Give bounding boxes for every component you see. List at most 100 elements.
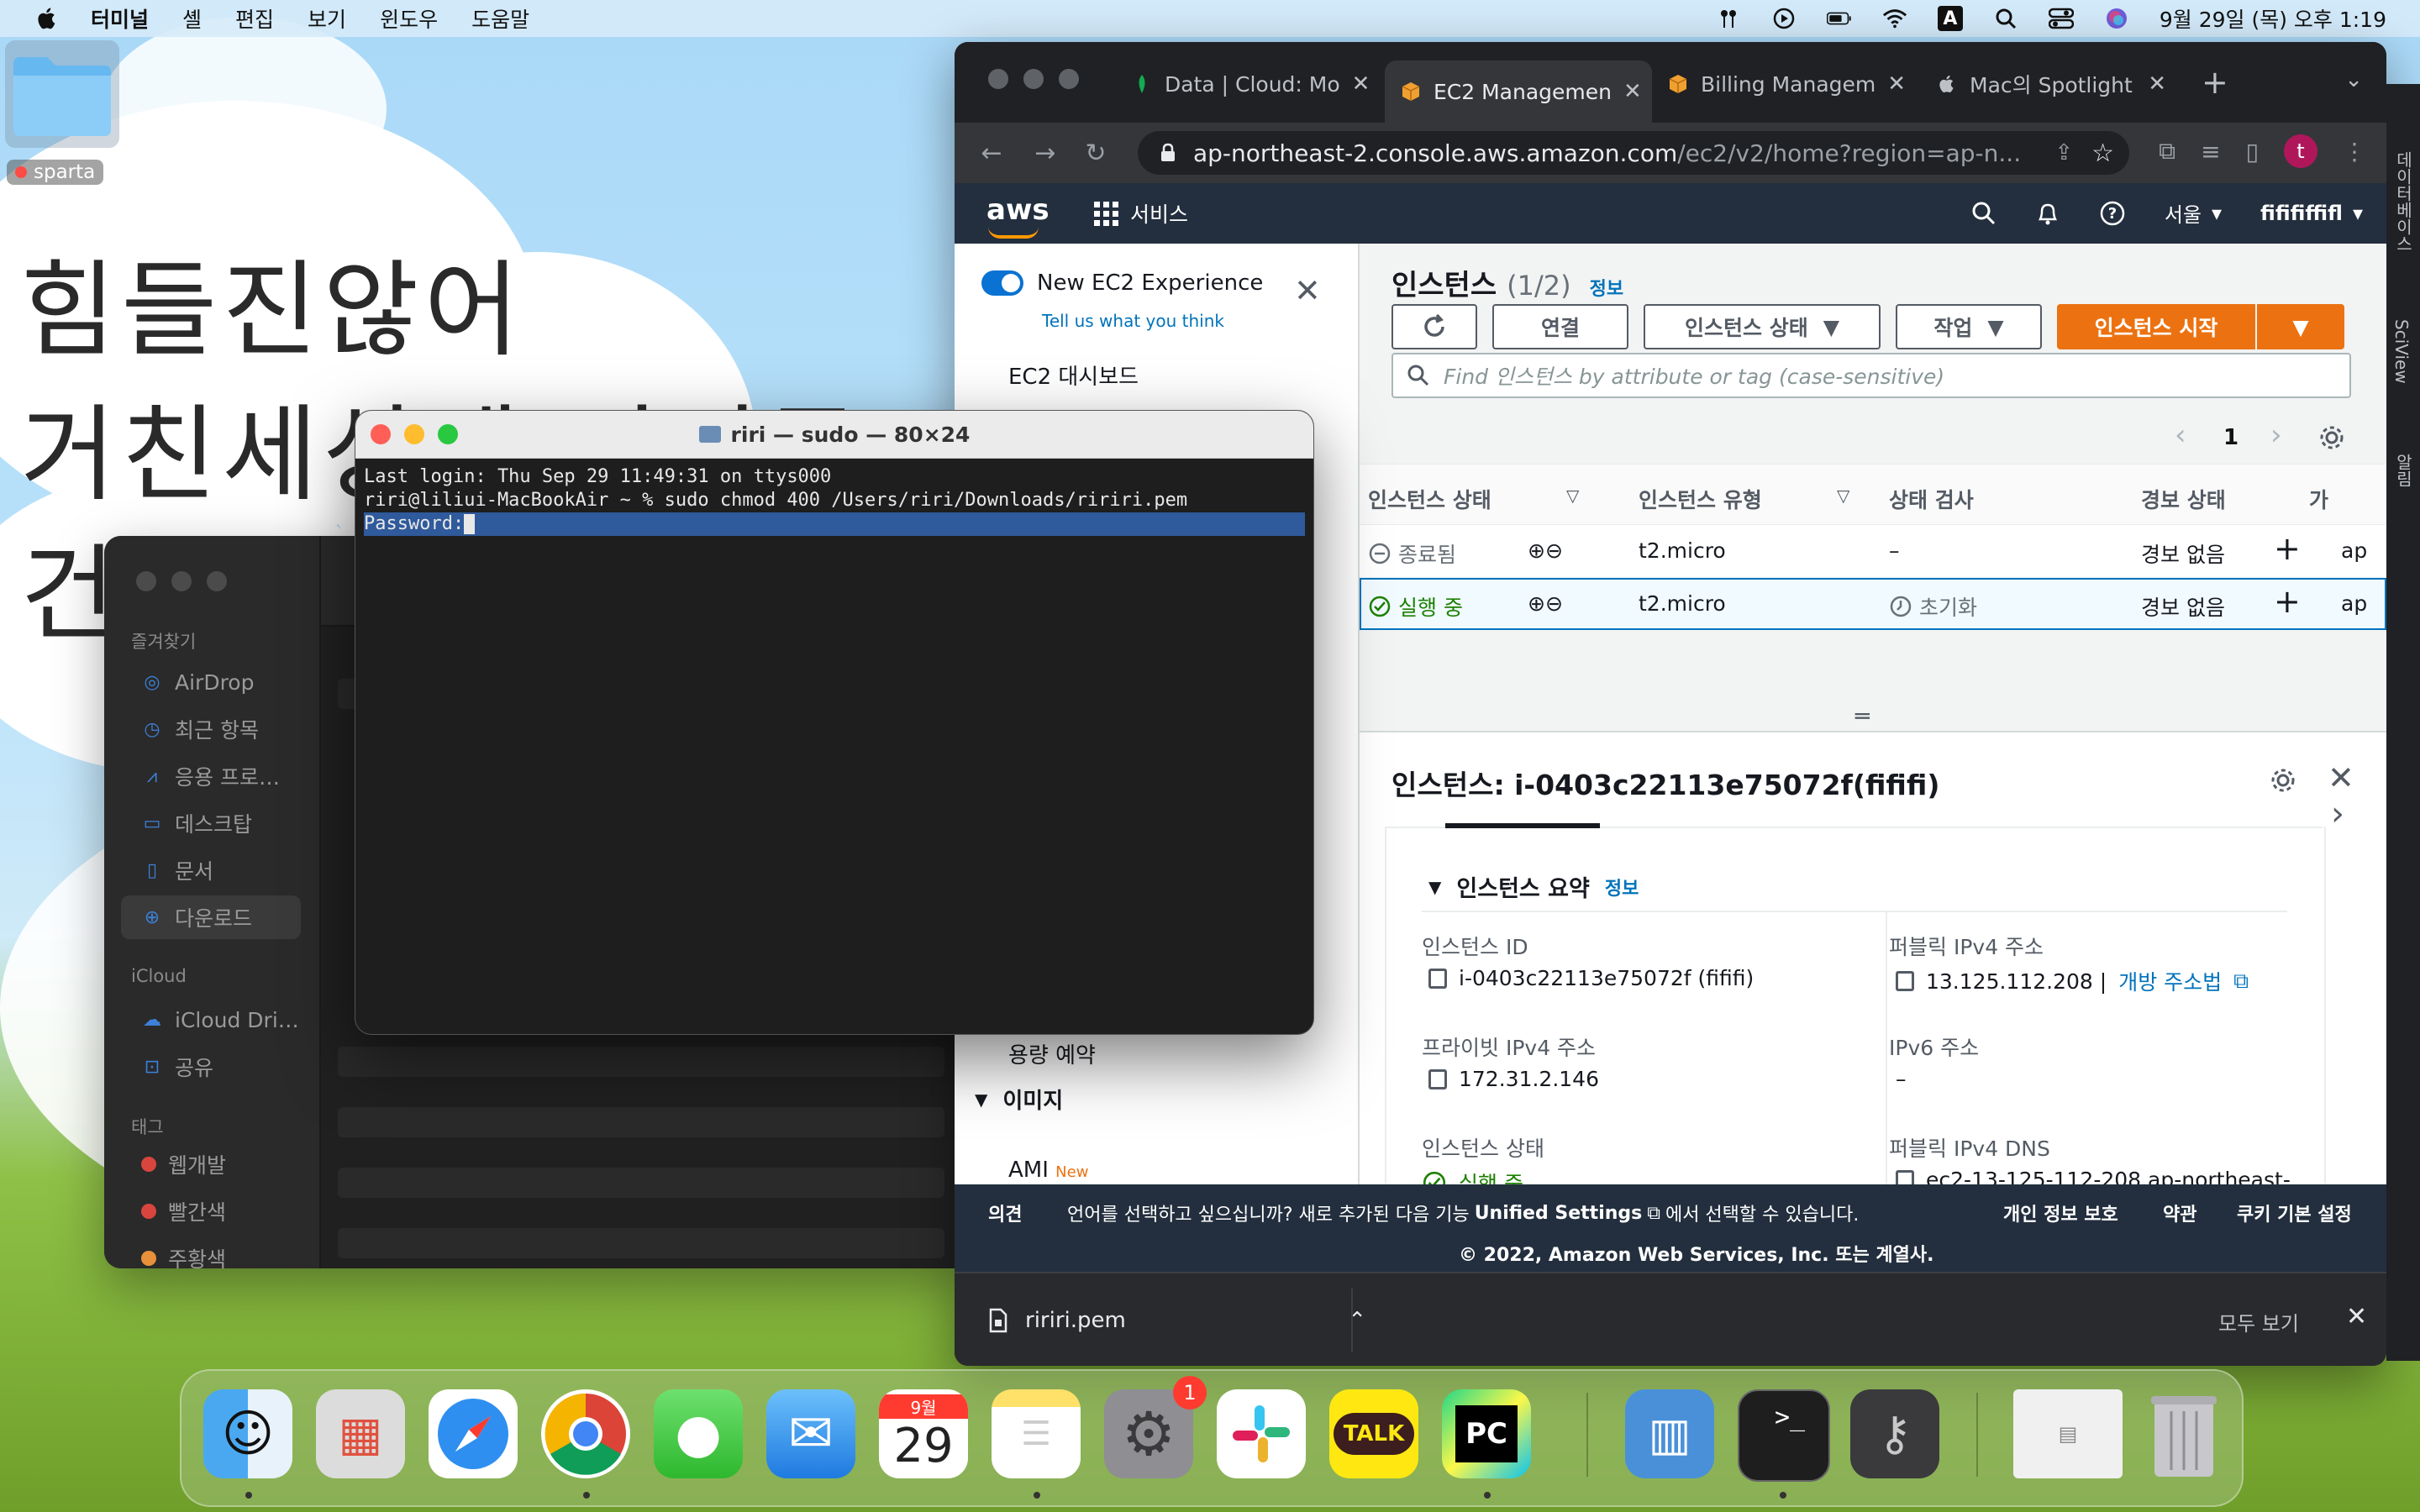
- nav-capacity-reservations[interactable]: 용량 예약: [1008, 1038, 1096, 1069]
- dock-launchpad-icon[interactable]: ▦: [316, 1389, 405, 1478]
- dock-mail-icon[interactable]: ✉: [766, 1389, 855, 1478]
- tab-mac-spotlight[interactable]: Mac의 Spotlight ✕: [1921, 60, 2181, 108]
- close-tab-icon[interactable]: ✕: [2148, 71, 2166, 97]
- terminal-titlebar[interactable]: riri — sudo — 80×24: [355, 411, 1313, 459]
- antenna-status-icon[interactable]: [1716, 8, 1741, 29]
- profile-avatar[interactable]: t: [2284, 134, 2317, 168]
- page-number[interactable]: 1: [2223, 425, 2238, 450]
- show-all-downloads-link[interactable]: 모두 보기: [2218, 1307, 2299, 1336]
- spotlight-search-icon[interactable]: [1993, 8, 2018, 29]
- zoom-button[interactable]: [1059, 69, 1079, 89]
- menu-window[interactable]: 윈도우: [380, 3, 438, 34]
- dock-calendar-icon[interactable]: 9월 29: [879, 1389, 968, 1478]
- cookie-preferences-link[interactable]: 쿠키 기본 설정: [2237, 1200, 2352, 1226]
- back-arrow-icon[interactable]: ←: [975, 136, 1008, 170]
- close-downloads-icon[interactable]: ✕: [2346, 1302, 2367, 1331]
- private-ip-value[interactable]: 172.31.2.146: [1428, 1067, 1599, 1091]
- file-row[interactable]: [338, 1228, 944, 1258]
- public-ip-value[interactable]: 13.125.112.208 | 개방 주소법 ⧉: [1896, 966, 2249, 996]
- launch-instances-button[interactable]: 인스턴스 시작: [2057, 304, 2255, 349]
- copy-icon[interactable]: [1896, 971, 1914, 991]
- siri-icon[interactable]: [2104, 8, 2129, 29]
- dock-notes-icon[interactable]: ☰: [992, 1389, 1081, 1478]
- detail-scroll-right-icon[interactable]: ›: [2331, 795, 2344, 833]
- close-button[interactable]: [371, 424, 391, 444]
- column-header-type[interactable]: 인스턴스 유형: [1639, 484, 1762, 514]
- zoom-button[interactable]: [438, 424, 458, 444]
- table-settings-gear-icon[interactable]: [2317, 423, 2346, 452]
- refresh-button[interactable]: [1392, 304, 1477, 349]
- new-experience-toggle[interactable]: [981, 270, 1023, 296]
- nav-ami[interactable]: AMI New: [1008, 1158, 1088, 1183]
- table-row[interactable]: 종료됨 ⊕⊖ t2.micro – 경보 없음 + ap: [1360, 524, 2386, 577]
- extensions-puzzle-icon[interactable]: ⧉: [2159, 137, 2175, 165]
- column-header-status-check[interactable]: 상태 검사: [1889, 484, 1974, 514]
- instance-id-value[interactable]: i-0403c22113e75072f (fififi): [1428, 966, 1754, 990]
- desktop-folder-label[interactable]: sparta: [7, 160, 104, 185]
- dock-pycharm-icon[interactable]: PC: [1442, 1389, 1531, 1478]
- table-row-selected[interactable]: 실행 중 ⊕⊖ t2.micro 초기화 경보 없음 + ap: [1360, 578, 2386, 630]
- feedback-footer-link[interactable]: 의견: [988, 1200, 1022, 1226]
- control-center-icon[interactable]: [2048, 8, 2074, 29]
- dock-finder-icon[interactable]: ☺: [203, 1389, 292, 1478]
- unified-settings-link[interactable]: Unified Settings: [1475, 1203, 1643, 1224]
- dock-keychain-icon[interactable]: ⚷: [1850, 1389, 1939, 1478]
- column-header-az[interactable]: 가: [2309, 484, 2328, 514]
- tab-ec2-management[interactable]: EC2 Managemen ✕: [1385, 60, 1652, 123]
- external-link-icon[interactable]: ⧉: [2233, 969, 2249, 994]
- copy-icon[interactable]: [1428, 1068, 1447, 1089]
- terminal-window[interactable]: riri — sudo — 80×24 Last login: Thu Sep …: [355, 410, 1314, 1035]
- summary-toggle[interactable]: ▼ 인스턴스 요약 정보: [1428, 870, 1639, 903]
- wifi-icon[interactable]: [1882, 8, 1907, 29]
- sort-caret-icon[interactable]: ▽: [1837, 486, 1849, 506]
- close-tab-icon[interactable]: ✕: [1887, 71, 1906, 97]
- column-header-state[interactable]: 인스턴스 상태: [1368, 484, 1491, 514]
- sort-caret-icon[interactable]: ▽: [1566, 486, 1579, 506]
- terms-link[interactable]: 약관: [2163, 1200, 2196, 1226]
- sidebar-item-downloads[interactable]: ⊕ 다운로드: [121, 895, 301, 939]
- share-icon[interactable]: ⇪: [2054, 140, 2073, 165]
- address-bar[interactable]: ap-northeast-2.console.aws.amazon.com/ec…: [1138, 131, 2129, 175]
- side-item-notifications[interactable]: 알림: [2391, 454, 2416, 487]
- dock-safari-icon[interactable]: [429, 1389, 518, 1478]
- chrome-menu-icon[interactable]: ⋮: [2343, 138, 2366, 165]
- side-panel-icon[interactable]: ▯: [2246, 138, 2259, 165]
- tab-billing[interactable]: Billing Managem ✕: [1652, 60, 1921, 108]
- region-selector[interactable]: 서울 ▾: [2165, 198, 2222, 228]
- privacy-link[interactable]: 개인 정보 보호: [2003, 1200, 2118, 1226]
- dock-messages-icon[interactable]: ●: [654, 1389, 743, 1478]
- input-source-icon[interactable]: A: [1937, 6, 1963, 31]
- dock-kakaotalk-icon[interactable]: TALK: [1329, 1389, 1418, 1478]
- zoom-icons[interactable]: ⊕⊖: [1528, 591, 1563, 616]
- zoom-button[interactable]: [207, 571, 227, 591]
- info-link[interactable]: 정보: [1590, 274, 1623, 301]
- dock-terminal-icon[interactable]: >_: [1738, 1389, 1830, 1482]
- account-menu[interactable]: fifififfifl ▾: [2260, 202, 2363, 225]
- instance-state-button[interactable]: 인스턴스 상태 ▼: [1644, 304, 1881, 349]
- tab-search-chevron-icon[interactable]: ⌄: [2344, 67, 2363, 92]
- new-tab-plus-icon[interactable]: +: [2202, 64, 2228, 101]
- dock-slack-icon[interactable]: [1217, 1389, 1306, 1478]
- menubar-clock[interactable]: 9월 29일 (목) 오후 1:19: [2160, 3, 2386, 34]
- bookmark-star-icon[interactable]: ☆: [2091, 139, 2114, 168]
- close-button[interactable]: [988, 69, 1008, 89]
- minimize-button[interactable]: [171, 571, 192, 591]
- menu-edit[interactable]: 편집: [235, 3, 274, 34]
- dock-viewer-icon[interactable]: ▥: [1625, 1389, 1714, 1478]
- actions-button[interactable]: 작업 ▼: [1896, 304, 2042, 349]
- terminal-output[interactable]: Last login: Thu Sep 29 11:49:31 on ttys0…: [355, 459, 1313, 543]
- detail-settings-gear-icon[interactable]: [2269, 766, 2297, 795]
- forward-arrow-icon[interactable]: →: [1028, 136, 1062, 170]
- copy-icon[interactable]: [1896, 1169, 1914, 1184]
- battery-icon[interactable]: [1826, 8, 1852, 29]
- menu-view[interactable]: 보기: [308, 3, 346, 34]
- dock-trash-icon[interactable]: [2139, 1389, 2228, 1478]
- sidebar-item-recents[interactable]: ◷ 최근 항목: [121, 707, 301, 751]
- feedback-link[interactable]: Tell us what you think: [1042, 311, 1224, 331]
- public-dns-value[interactable]: ec2-13-125-112-208.ap-northeast-: [1896, 1168, 2291, 1184]
- close-button[interactable]: [136, 571, 156, 591]
- search-icon[interactable]: [1971, 201, 1996, 226]
- minimize-button[interactable]: [1023, 69, 1044, 89]
- reload-icon[interactable]: ↻: [1079, 136, 1113, 170]
- sidebar-item-airdrop[interactable]: ◎ AirDrop: [121, 660, 301, 704]
